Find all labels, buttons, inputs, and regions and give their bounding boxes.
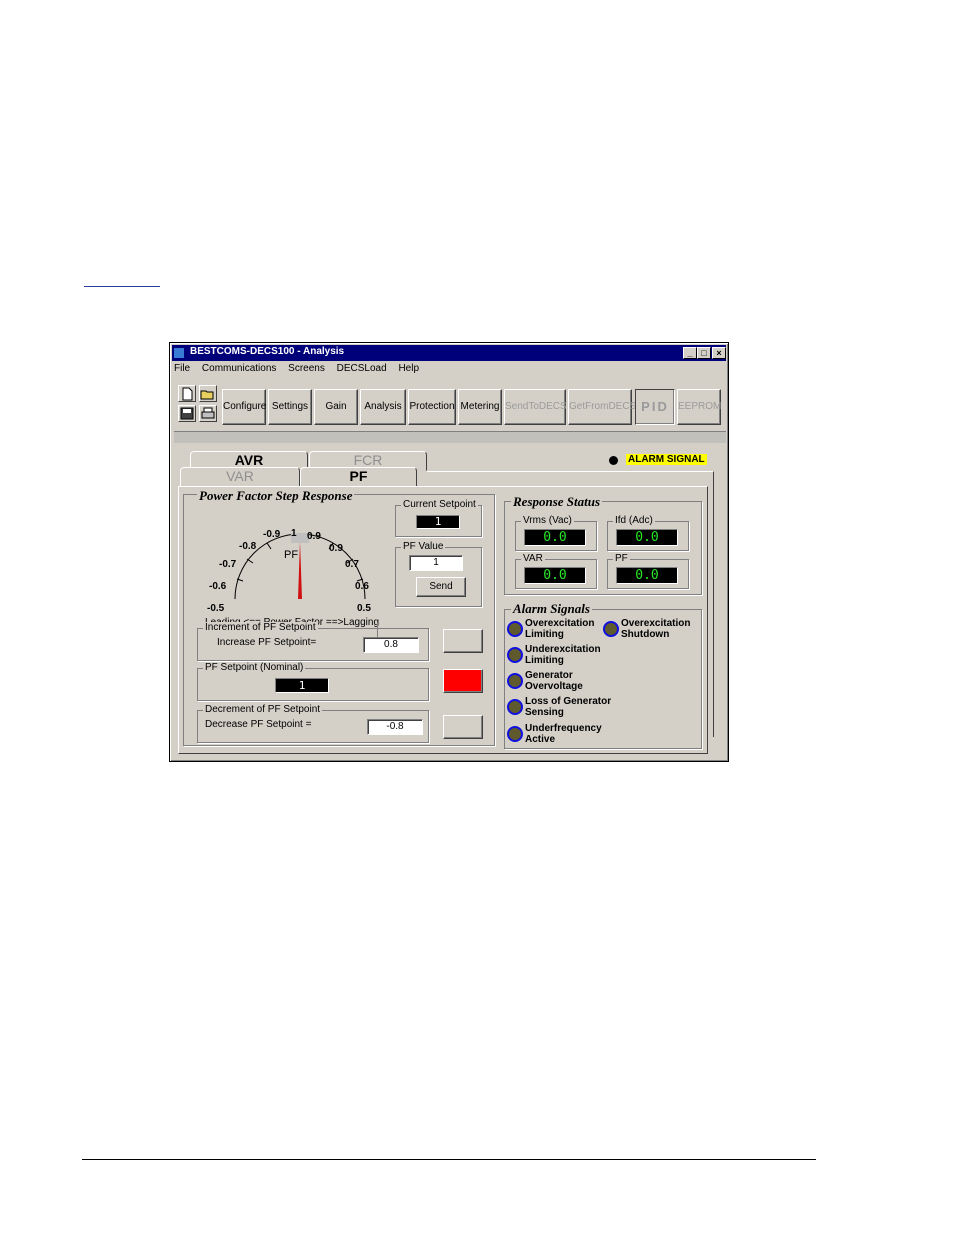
alarm-text-line1: Underexcitation bbox=[525, 644, 601, 655]
gauge-label-right-2: 0.9 bbox=[329, 543, 343, 554]
app-icon bbox=[174, 348, 184, 358]
gauge-label-left-2: -0.8 bbox=[239, 541, 257, 552]
alarm-signal-led bbox=[609, 456, 618, 465]
analysis-button[interactable]: Analysis bbox=[360, 389, 406, 425]
alarm-text-line1: Overexcitation bbox=[525, 618, 595, 629]
settings-button[interactable]: Settings bbox=[268, 389, 312, 425]
alarm-led-underexcitation-limiting bbox=[507, 647, 523, 663]
alarm-led-overexcitation-shutdown bbox=[603, 621, 619, 637]
response-status-title: Response Status bbox=[511, 494, 603, 510]
alarm-signals-title: Alarm Signals bbox=[511, 601, 592, 617]
gauge-label-top: 1 bbox=[291, 528, 297, 539]
gauge-label-left-3: -0.7 bbox=[219, 559, 237, 570]
tab-pf[interactable]: PF bbox=[300, 467, 417, 487]
configure-button[interactable]: Configure bbox=[222, 389, 266, 425]
pf-gauge-needle bbox=[298, 541, 302, 599]
increase-step-button[interactable] bbox=[443, 629, 483, 653]
alarm-text-line1: Underfrequency bbox=[525, 723, 602, 734]
gauge-label-left-4: -0.6 bbox=[209, 581, 227, 592]
ifd-label: Ifd (Adc) bbox=[613, 515, 655, 526]
nominal-setpoint-display: 1 bbox=[275, 678, 329, 693]
gauge-label-left-1: -0.9 bbox=[263, 529, 281, 540]
pf-value-label: PF Value bbox=[401, 541, 446, 552]
close-button[interactable]: × bbox=[712, 347, 726, 359]
alarm-overexcitation-limiting: Overexcitation Limiting bbox=[525, 618, 594, 640]
menu-help[interactable]: Help bbox=[398, 363, 419, 374]
pf-meter-label: PF bbox=[613, 553, 630, 564]
eeprom-button[interactable]: EEPROM bbox=[677, 389, 721, 425]
pf-tab-panel: Power Factor Step Response 1 -0.9 -0.8 -… bbox=[178, 486, 708, 754]
gauge-label-right-4: 0.6 bbox=[355, 581, 369, 592]
alarm-generator-overvoltage: Generator Overvoltage bbox=[525, 670, 583, 692]
alarm-text-line2: Sensing bbox=[525, 707, 564, 718]
var-label: VAR bbox=[521, 553, 545, 564]
nominal-group-label: PF Setpoint (Nominal) bbox=[203, 662, 306, 673]
pf-meter-value: 0.0 bbox=[616, 567, 678, 584]
alarm-overexcitation-shutdown: Overexcitation Shutdown bbox=[621, 618, 690, 640]
alarm-loss-of-sensing: Loss of Generator Sensing bbox=[525, 696, 611, 718]
alarm-led-loss-of-sensing bbox=[507, 699, 523, 715]
maximize-button[interactable]: □ bbox=[697, 347, 711, 359]
alarm-text-line1: Overexcitation bbox=[621, 618, 691, 629]
gauge-label-right-1: 0.9 bbox=[307, 531, 321, 542]
alarm-led-generator-overvoltage bbox=[507, 673, 523, 689]
menu-bar: File Communications Screens DECSLoad Hel… bbox=[174, 363, 428, 377]
current-setpoint-display: 1 bbox=[416, 515, 460, 529]
minimize-button[interactable]: _ bbox=[683, 347, 697, 359]
send-to-decs-button[interactable]: SendToDECS bbox=[504, 389, 567, 425]
decrease-setpoint-input[interactable]: -0.8 bbox=[367, 719, 423, 735]
menu-screens[interactable]: Screens bbox=[288, 363, 325, 374]
pf-value-input[interactable]: 1 bbox=[409, 555, 463, 571]
gauge-label-right-3: 0.7 bbox=[345, 559, 359, 570]
send-button[interactable]: Send bbox=[416, 577, 466, 597]
menu-file[interactable]: File bbox=[174, 363, 190, 374]
document-rule-top bbox=[84, 286, 160, 287]
gauge-center-label: PF bbox=[284, 549, 299, 561]
decrement-group-label: Decrement of PF Setpoint bbox=[203, 704, 323, 715]
var-value: 0.0 bbox=[524, 567, 586, 584]
gain-button[interactable]: Gain bbox=[314, 389, 358, 425]
alarm-underexcitation-limiting: Underexcitation Limiting bbox=[525, 644, 601, 666]
current-setpoint-label: Current Setpoint bbox=[401, 499, 478, 510]
nominal-step-button[interactable] bbox=[443, 669, 483, 693]
alarm-text-line2: Active bbox=[525, 734, 556, 745]
alarm-text-line1: Generator bbox=[525, 670, 573, 681]
ifd-value: 0.0 bbox=[616, 529, 678, 546]
metering-button[interactable]: Metering bbox=[458, 389, 502, 425]
increment-group-label: Increment of PF Setpoint bbox=[203, 622, 318, 633]
alarm-signal-label: ALARM SIGNAL bbox=[626, 454, 707, 465]
open-folder-icon[interactable] bbox=[199, 385, 217, 402]
alarm-led-overexcitation-limiting bbox=[507, 621, 523, 637]
increase-setpoint-label: Increase PF Setpoint= bbox=[217, 637, 317, 648]
vrms-value: 0.0 bbox=[524, 529, 586, 546]
tab-var[interactable]: VAR bbox=[180, 467, 300, 487]
pf-step-title: Power Factor Step Response bbox=[197, 488, 355, 504]
alarm-led-underfrequency-active bbox=[507, 726, 523, 742]
alarm-text-line2: Limiting bbox=[525, 655, 564, 666]
vrms-label: Vrms (Vac) bbox=[521, 515, 574, 526]
menu-communications[interactable]: Communications bbox=[202, 363, 276, 374]
increase-setpoint-input[interactable]: 0.8 bbox=[363, 637, 419, 653]
protection-button[interactable]: Protection bbox=[408, 389, 456, 425]
alarm-text-line2: Shutdown bbox=[621, 629, 670, 640]
status-strip bbox=[174, 431, 726, 443]
alarm-text-line1: Loss of Generator bbox=[525, 696, 612, 707]
pid-button[interactable]: PID bbox=[635, 389, 675, 425]
new-file-icon[interactable] bbox=[178, 385, 196, 402]
gauge-label-left-5: -0.5 bbox=[207, 603, 225, 614]
menu-decsload[interactable]: DECSLoad bbox=[337, 363, 387, 374]
title-bar: BESTCOMS-DECS100 - Analysis _ □ × bbox=[172, 345, 726, 361]
alarm-underfrequency-active: Underfrequency Active bbox=[525, 723, 602, 745]
window-title: BESTCOMS-DECS100 - Analysis bbox=[190, 346, 345, 357]
get-from-decs-button[interactable]: GetFromDECS bbox=[568, 389, 636, 425]
decrease-setpoint-label: Decrease PF Setpoint = bbox=[205, 719, 312, 730]
alarm-text-line2: Limiting bbox=[525, 629, 564, 640]
save-icon[interactable] bbox=[178, 405, 196, 422]
alarm-text-line2: Overvoltage bbox=[525, 681, 583, 692]
document-rule-bottom bbox=[82, 1159, 816, 1160]
print-icon[interactable] bbox=[199, 405, 217, 422]
gauge-label-right-5: 0.5 bbox=[357, 603, 371, 614]
app-window: BESTCOMS-DECS100 - Analysis _ □ × File C… bbox=[169, 342, 729, 762]
decrease-step-button[interactable] bbox=[443, 715, 483, 739]
